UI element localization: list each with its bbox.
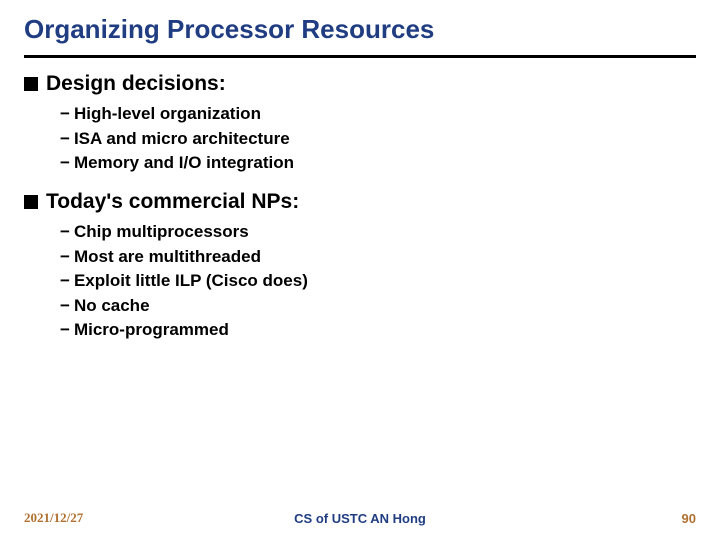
title-underline bbox=[24, 55, 696, 58]
section-heading-text: Today's commercial NPs: bbox=[46, 190, 299, 214]
list-item: −High-level organization bbox=[60, 102, 696, 127]
slide-title: Organizing Processor Resources bbox=[24, 14, 696, 45]
sub-list-0: −High-level organization −ISA and micro … bbox=[60, 102, 696, 176]
list-item: −Exploit little ILP (Cisco does) bbox=[60, 269, 696, 294]
list-item: −Most are multithreaded bbox=[60, 245, 696, 270]
list-item: −Chip multiprocessors bbox=[60, 220, 696, 245]
slide-footer: 2021/12/27 CS of USTC AN Hong 90 bbox=[0, 510, 720, 526]
square-bullet-icon bbox=[24, 195, 38, 209]
list-item: −ISA and micro architecture bbox=[60, 127, 696, 152]
list-item: −No cache bbox=[60, 294, 696, 319]
list-item: −Micro-programmed bbox=[60, 318, 696, 343]
section-heading-1: Today's commercial NPs: bbox=[24, 190, 696, 214]
square-bullet-icon bbox=[24, 77, 38, 91]
sub-list-1: −Chip multiprocessors −Most are multithr… bbox=[60, 220, 696, 343]
list-item: −Memory and I/O integration bbox=[60, 151, 696, 176]
footer-date: 2021/12/27 bbox=[24, 510, 83, 526]
footer-center: CS of USTC AN Hong bbox=[294, 511, 426, 526]
footer-page-number: 90 bbox=[682, 511, 696, 526]
section-heading-0: Design decisions: bbox=[24, 72, 696, 96]
section-heading-text: Design decisions: bbox=[46, 72, 226, 96]
